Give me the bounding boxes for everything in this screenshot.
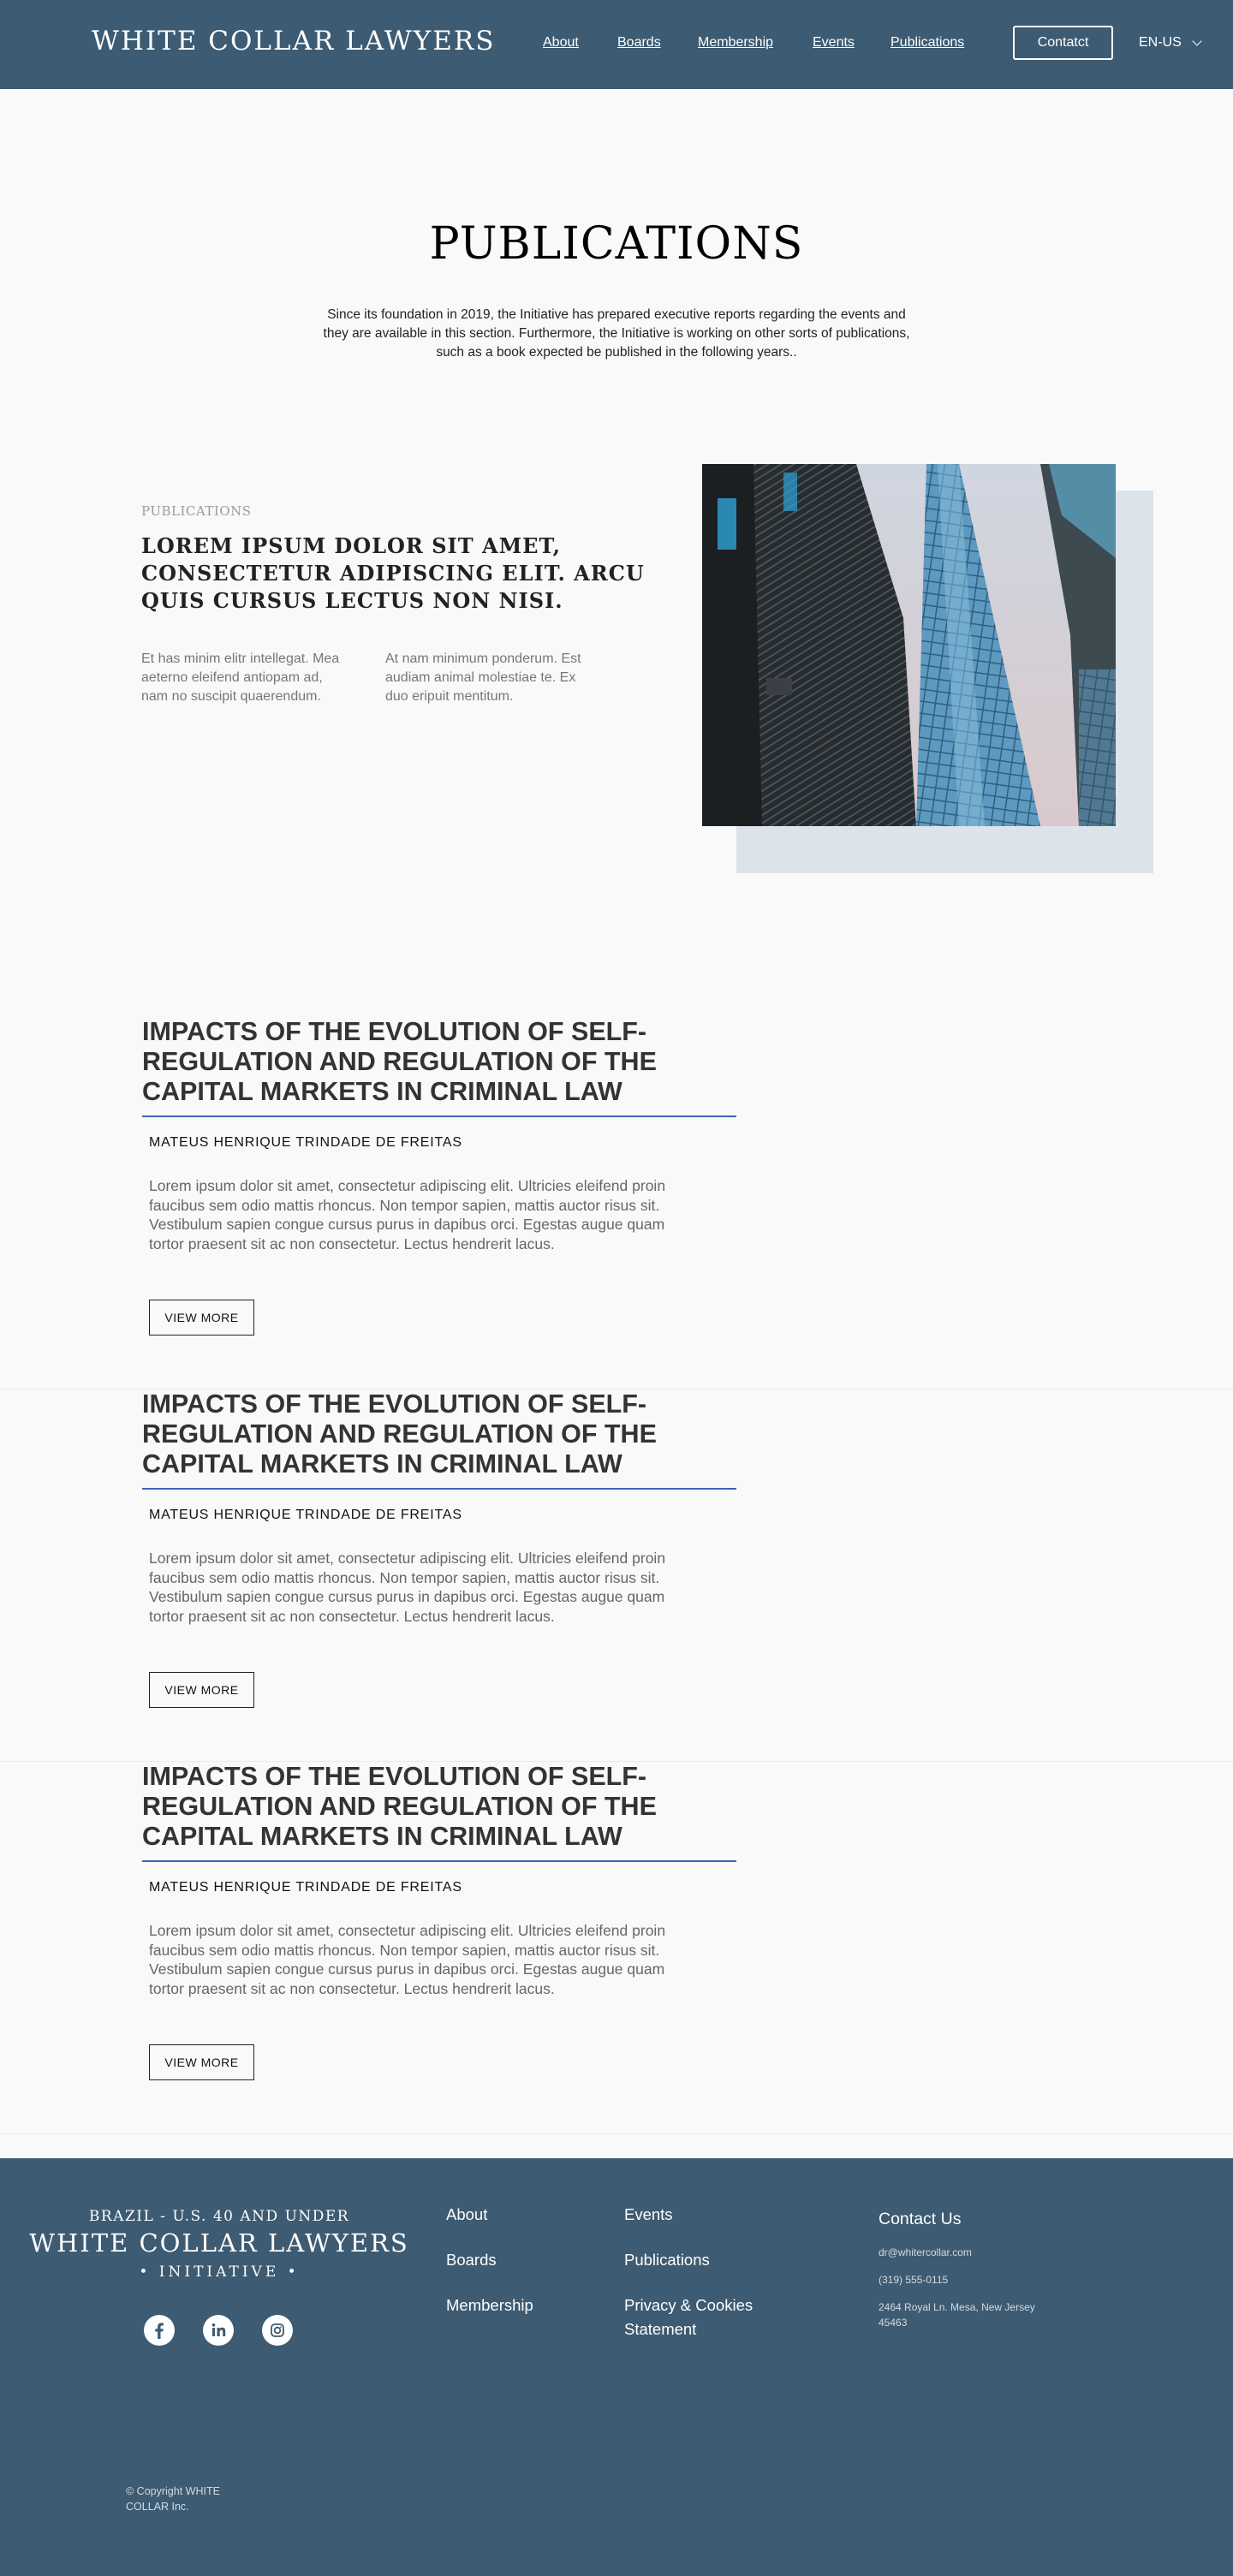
view-more-button[interactable]: VIEW MORE <box>149 1300 254 1336</box>
site-header: WHITE COLLAR LAWYERS About Boards Member… <box>0 0 1233 89</box>
nav-publications[interactable]: Publications <box>890 35 964 51</box>
title-divider <box>142 1115 736 1117</box>
nav-about[interactable]: About <box>543 35 579 51</box>
footer-link-boards[interactable]: Boards <box>446 2248 497 2272</box>
footer-link-about[interactable]: About <box>446 2203 487 2227</box>
publication-card: IMPACTS OF THE EVOLUTION OF SELF-REGULAT… <box>0 1389 1233 1762</box>
publication-summary: Lorem ipsum dolor sit amet, consectetur … <box>149 1550 666 1625</box>
publication-summary: Lorem ipsum dolor sit amet, consectetur … <box>149 1922 666 1997</box>
language-selector[interactable]: EN-US <box>1139 35 1202 51</box>
view-more-button[interactable]: VIEW MORE <box>149 1672 254 1708</box>
feature-text-col1: Et has minim elitr intellegat. Mea aeter… <box>141 651 340 704</box>
publication-title: IMPACTS OF THE EVOLUTION OF SELF-REGULAT… <box>142 1017 657 1106</box>
publication-card: IMPACTS OF THE EVOLUTION OF SELF-REGULAT… <box>0 1762 1233 2134</box>
chevron-down-icon <box>1192 35 1202 46</box>
page-title: PUBLICATIONS <box>429 218 804 270</box>
contact-title: Contact Us <box>879 2210 962 2228</box>
nav-events[interactable]: Events <box>813 35 855 51</box>
language-label: EN-US <box>1139 35 1182 50</box>
footer-link-events[interactable]: Events <box>624 2203 673 2227</box>
site-footer: BRAZIL - U.S. 40 AND UNDER WHITE COLLAR … <box>0 2158 1233 2576</box>
publication-summary: Lorem ipsum dolor sit amet, consectetur … <box>149 1177 666 1252</box>
publication-author: MATEUS HENRIQUE TRINDADE DE FREITAS <box>149 1880 462 1895</box>
footer-logo[interactable]: WHITE COLLAR LAWYERS <box>0 2228 438 2258</box>
nav-membership[interactable]: Membership <box>698 35 773 51</box>
publication-title: IMPACTS OF THE EVOLUTION OF SELF-REGULAT… <box>142 1389 657 1478</box>
feature-image-buildings <box>702 464 1116 826</box>
title-divider <box>142 1488 736 1490</box>
contact-button[interactable]: Contatct <box>1013 26 1113 60</box>
footer-link-membership[interactable]: Membership <box>446 2293 533 2317</box>
footer-link-publications[interactable]: Publications <box>624 2248 710 2272</box>
publication-author: MATEUS HENRIQUE TRINDADE DE FREITAS <box>149 1508 462 1522</box>
intro-text: Since its foundation in 2019, the Initia… <box>323 307 910 360</box>
nav-boards[interactable]: Boards <box>617 35 661 51</box>
facebook-icon[interactable] <box>144 2315 175 2346</box>
footer-link-privacy[interactable]: Privacy & Cookies Statement <box>624 2293 787 2341</box>
feature-text-col2: At nam minimum ponderum. Est audiam anim… <box>385 651 581 704</box>
feature-eyebrow: PUBLICATIONS <box>141 503 252 519</box>
contact-phone: (319) 555-0115 <box>879 2274 949 2286</box>
title-divider <box>142 1860 736 1862</box>
contact-email[interactable]: dr@whitercollar.com <box>879 2245 1041 2260</box>
linkedin-icon[interactable] <box>203 2315 234 2346</box>
footer-initiative: • INITIATIVE • <box>139 2264 300 2281</box>
site-logo[interactable]: WHITE COLLAR LAWYERS <box>92 26 495 57</box>
view-more-button[interactable]: VIEW MORE <box>149 2044 254 2080</box>
publication-title: IMPACTS OF THE EVOLUTION OF SELF-REGULAT… <box>142 1762 657 1851</box>
footer-tagline: BRAZIL - U.S. 40 AND UNDER <box>88 2208 350 2225</box>
copyright: © Copyright WHITE COLLAR Inc. <box>126 2485 220 2513</box>
contact-address: 2464 Royal Ln. Mesa, New Jersey 45463 <box>879 2301 1035 2329</box>
publication-card: IMPACTS OF THE EVOLUTION OF SELF-REGULAT… <box>0 1017 1233 1389</box>
instagram-icon[interactable] <box>262 2315 293 2346</box>
feature-heading: LOREM IPSUM DOLOR SIT AMET, CONSECTETUR … <box>141 533 645 613</box>
publication-author: MATEUS HENRIQUE TRINDADE DE FREITAS <box>149 1135 462 1150</box>
